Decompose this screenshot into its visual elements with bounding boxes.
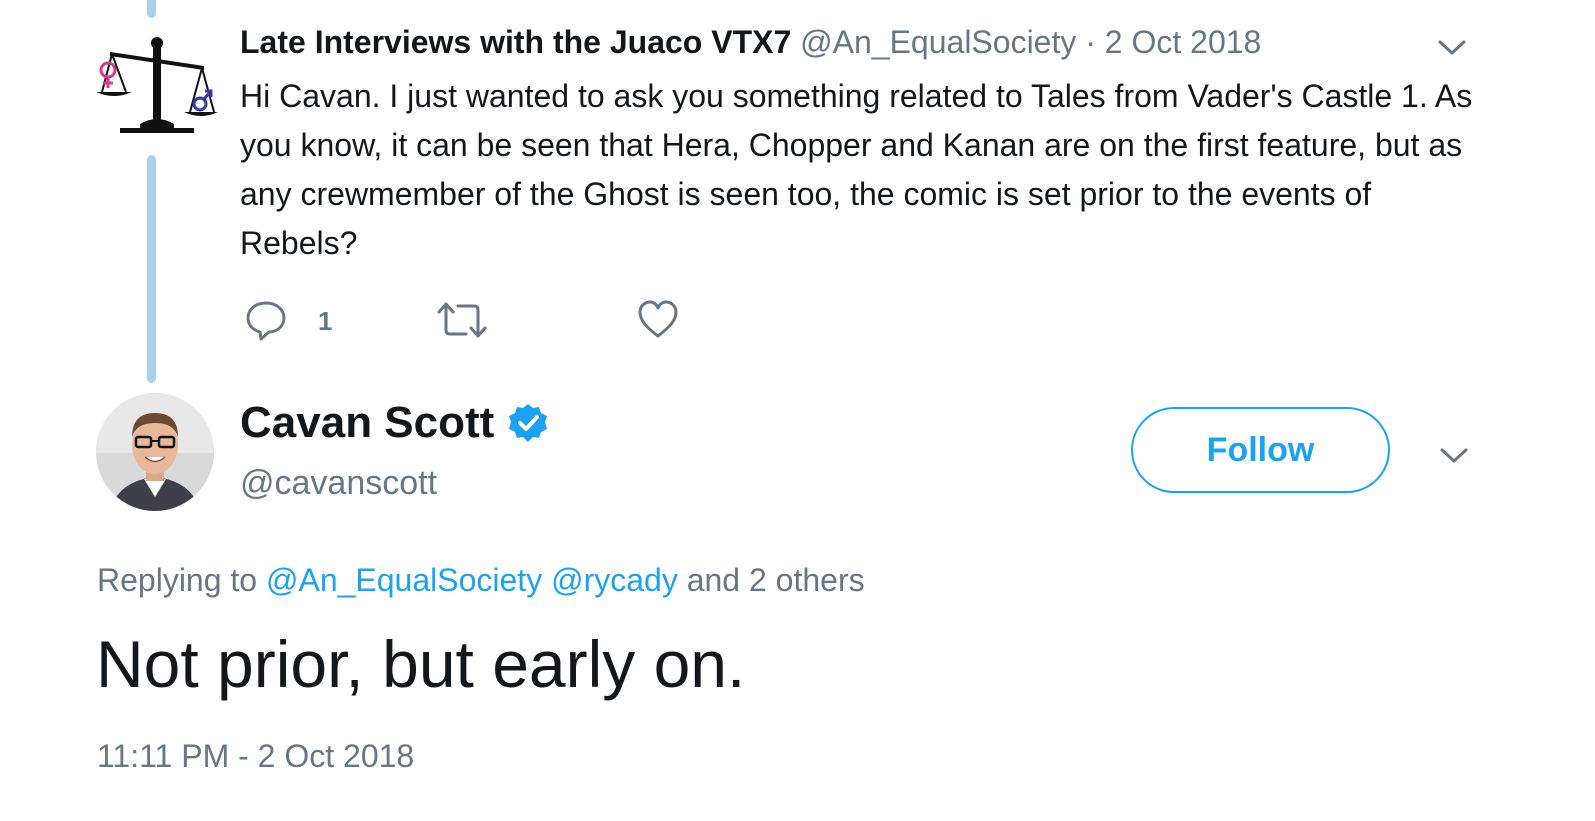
parent-tweet-header: Late Interviews with the Juaco VTX7 @An_… <box>240 24 1261 61</box>
chevron-down-icon[interactable] <box>1436 440 1472 470</box>
replying-prefix: Replying to <box>97 562 258 598</box>
thread-line <box>147 155 156 383</box>
author-handle[interactable]: @cavanscott <box>240 464 437 503</box>
replying-suffix[interactable]: and 2 others <box>687 562 865 598</box>
parent-avatar[interactable] <box>92 32 222 144</box>
mention-link[interactable]: @An_EqualSociety <box>266 562 542 598</box>
like-button[interactable] <box>636 298 680 342</box>
author-display-name[interactable]: Cavan Scott <box>240 398 494 448</box>
parent-display-name[interactable]: Late Interviews with the Juaco VTX7 <box>240 24 791 60</box>
author-avatar[interactable] <box>96 393 214 511</box>
retweet-button[interactable] <box>436 298 488 342</box>
parent-date[interactable]: 2 Oct 2018 <box>1105 24 1262 60</box>
thread-line-top <box>147 0 156 18</box>
follow-button[interactable]: Follow <box>1131 407 1390 493</box>
tweet-timestamp[interactable]: 11:11 PM - 2 Oct 2018 <box>97 738 414 775</box>
mention-link[interactable]: @rycady <box>551 562 678 598</box>
speech-bubble-icon <box>244 298 288 342</box>
chevron-down-icon[interactable] <box>1434 32 1470 62</box>
reply-button[interactable]: 1 <box>244 298 332 342</box>
replying-to: Replying to @An_EqualSociety @rycady and… <box>97 562 865 599</box>
reply-count: 1 <box>318 306 333 336</box>
heart-icon <box>636 298 680 342</box>
tweet-text: Not prior, but early on. <box>96 627 746 701</box>
verified-badge-icon <box>506 402 550 444</box>
parent-handle[interactable]: @An_EqualSociety <box>800 24 1076 60</box>
parent-tweet-text: Hi Cavan. I just wanted to ask you somet… <box>240 78 1473 261</box>
retweet-icon <box>436 298 488 342</box>
header-separator: · <box>1085 24 1096 60</box>
